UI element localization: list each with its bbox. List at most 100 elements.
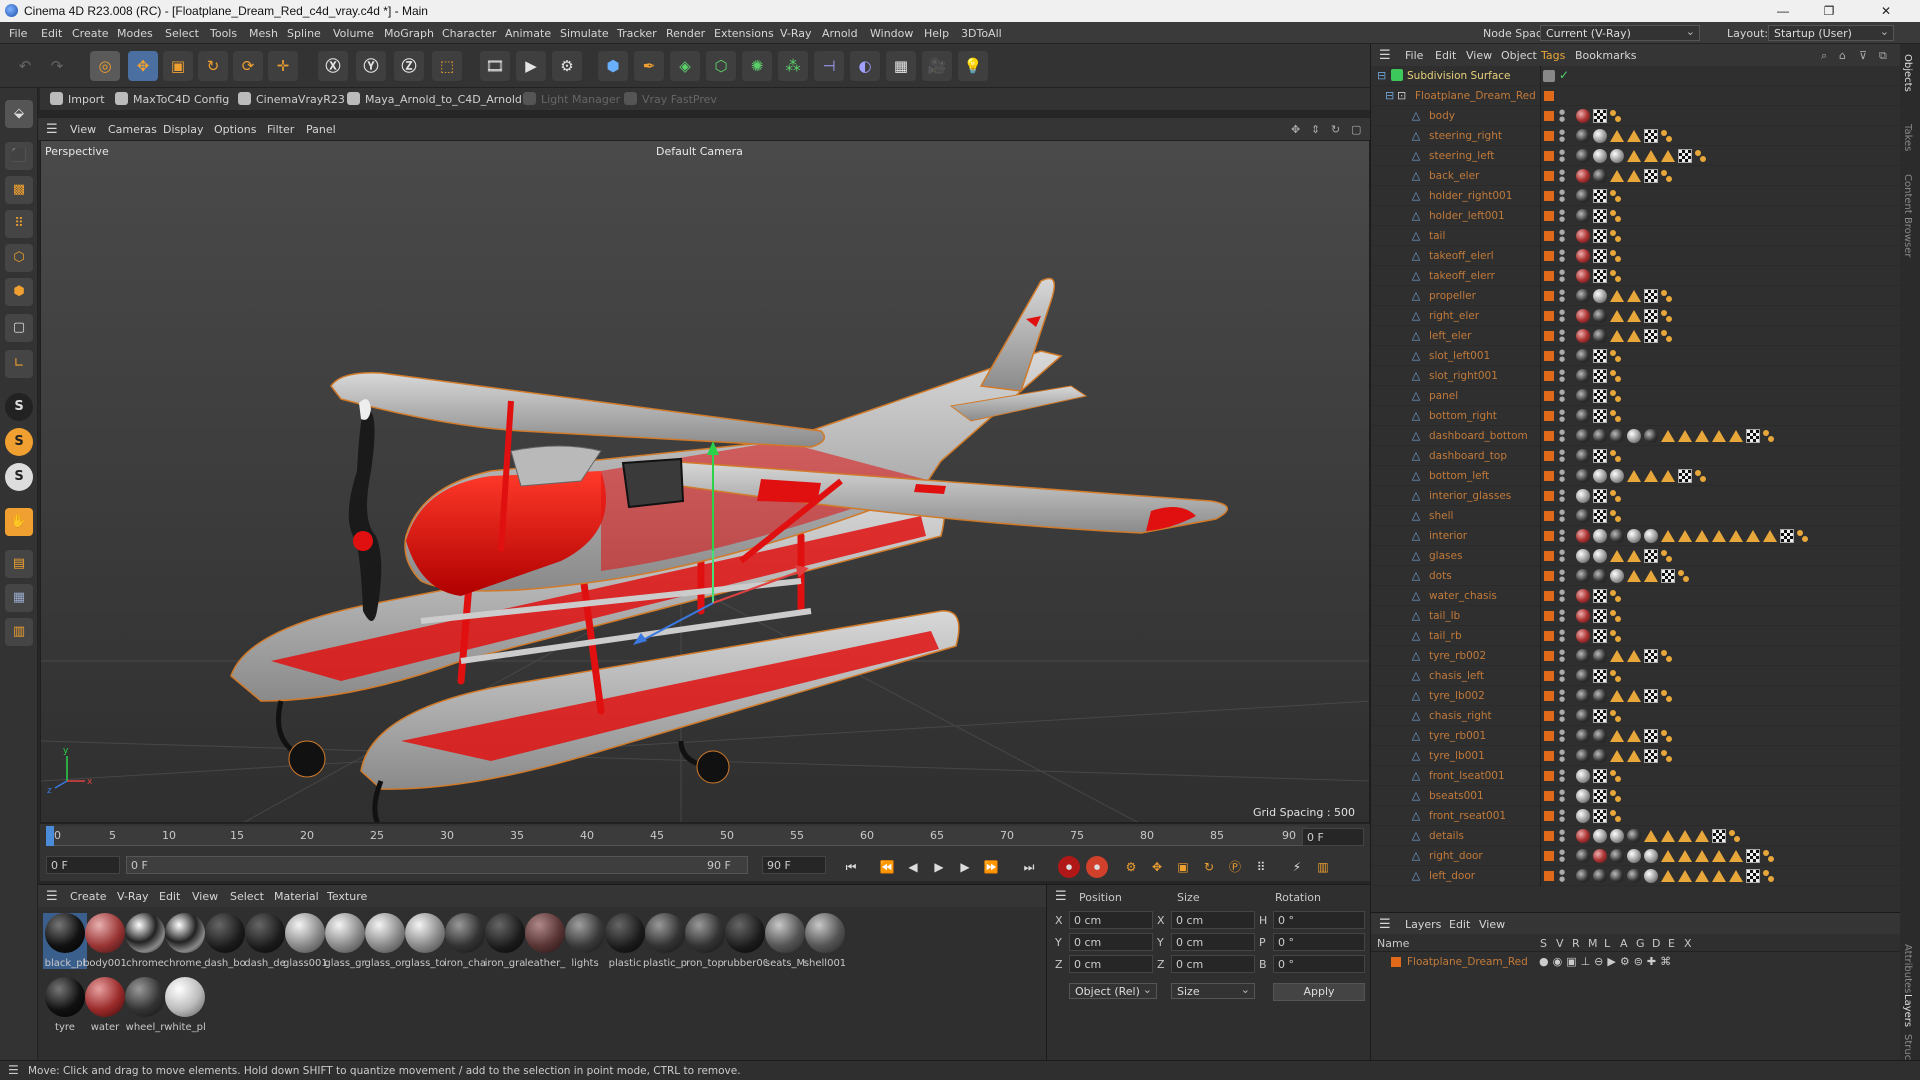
layer-color-swatch[interactable]: [1544, 691, 1554, 701]
material-tag-icon[interactable]: [1576, 629, 1590, 643]
layer-color-swatch[interactable]: [1544, 791, 1554, 801]
material-tag-icon[interactable]: [1576, 289, 1590, 303]
object-name[interactable]: dots: [1429, 570, 1452, 582]
coordinate-mode-dropdown[interactable]: Object (Rel): [1069, 983, 1157, 999]
object-row[interactable]: △ dots ● ●: [1371, 566, 1901, 586]
texture-tag-icon[interactable]: [1644, 749, 1658, 763]
phong-tag-icon[interactable]: [1610, 669, 1622, 683]
layer-color-swatch[interactable]: [1544, 331, 1554, 341]
keyframe-selection-icon[interactable]: ⚙: [1120, 856, 1142, 878]
texture-tag-icon[interactable]: [1593, 189, 1607, 203]
visibility-dots-icon[interactable]: ● ●: [1559, 409, 1565, 423]
visibility-dots-icon[interactable]: ● ●: [1559, 429, 1565, 443]
menu-render[interactable]: Render: [666, 27, 705, 40]
material-tag-icon[interactable]: [1644, 869, 1658, 883]
object-row[interactable]: △ tyre_rb002 ● ●: [1371, 646, 1901, 666]
timeline-settings-icon[interactable]: ▥: [1312, 856, 1334, 878]
object-menu-view[interactable]: View: [1466, 49, 1492, 62]
node-space-dropdown[interactable]: Current (V-Ray): [1540, 25, 1700, 41]
menu-edit[interactable]: Edit: [41, 27, 62, 40]
object-row[interactable]: △ bseats001 ● ●: [1371, 786, 1901, 806]
texture-tag-icon[interactable]: [1593, 369, 1607, 383]
play-icon[interactable]: ▶: [928, 856, 950, 878]
material-tag-icon[interactable]: [1576, 789, 1590, 803]
material-tag-icon[interactable]: [1576, 509, 1590, 523]
object-name[interactable]: bottom_left: [1429, 470, 1489, 482]
collapse-icon[interactable]: ⊟: [1385, 89, 1394, 102]
object-name[interactable]: right_door: [1429, 850, 1483, 862]
visibility-dots-icon[interactable]: ● ●: [1559, 689, 1565, 703]
viewport[interactable]: y x z Perspective Default Camera Grid Sp…: [40, 140, 1370, 823]
material-tag-icon[interactable]: [1593, 169, 1607, 183]
floor-icon[interactable]: ▦: [886, 51, 916, 81]
uvw-tag-icon[interactable]: [1729, 530, 1743, 542]
material-tag-icon[interactable]: [1593, 869, 1607, 883]
material-swatch[interactable]: glass_or: [363, 913, 407, 969]
object-name[interactable]: tyre_lb001: [1429, 750, 1485, 762]
menu-extensions[interactable]: Extensions: [714, 27, 774, 40]
timeline-playhead[interactable]: [46, 826, 54, 846]
menu-create[interactable]: Create: [72, 27, 109, 40]
object-row[interactable]: △ holder_right001 ● ●: [1371, 186, 1901, 206]
make-editable-icon[interactable]: ⬙: [5, 100, 33, 128]
uvw-tag-icon[interactable]: [1627, 130, 1641, 142]
rotation-b-field[interactable]: 0 °: [1273, 955, 1365, 973]
previous-key-icon[interactable]: ⏪: [876, 856, 898, 878]
menu-window[interactable]: Window: [870, 27, 913, 40]
texture-tag-icon[interactable]: [1644, 129, 1658, 143]
material-tag-icon[interactable]: [1576, 309, 1590, 323]
texture-mode-icon[interactable]: ▩: [5, 176, 33, 204]
texture-tag-icon[interactable]: [1678, 149, 1692, 163]
object-row[interactable]: △ glases ● ●: [1371, 546, 1901, 566]
object-row[interactable]: △ steering_left ● ●: [1371, 146, 1901, 166]
visibility-dots-icon[interactable]: ● ●: [1559, 589, 1565, 603]
object-name[interactable]: tail_rb: [1429, 630, 1462, 642]
material-tag-icon[interactable]: [1576, 529, 1590, 543]
uvw-tag-icon[interactable]: [1678, 830, 1692, 842]
menu-select[interactable]: Select: [165, 27, 199, 40]
record-icon[interactable]: ⏺: [1058, 856, 1080, 878]
position-key-icon[interactable]: ✥: [1146, 856, 1168, 878]
visibility-dots-icon[interactable]: ● ●: [1559, 149, 1565, 163]
texture-tag-icon[interactable]: [1593, 449, 1607, 463]
cube-object-icon[interactable]: ⬢: [598, 51, 628, 81]
texture-tag-icon[interactable]: [1780, 529, 1794, 543]
material-tag-icon[interactable]: [1576, 169, 1590, 183]
material-tag-icon[interactable]: [1576, 249, 1590, 263]
object-name[interactable]: dashboard_bottom: [1429, 430, 1528, 442]
texture-tag-icon[interactable]: [1593, 489, 1607, 503]
visibility-dots-icon[interactable]: ● ●: [1559, 169, 1565, 183]
plugin-light-manager[interactable]: Light Manager: [523, 92, 620, 106]
material-tag-icon[interactable]: [1576, 709, 1590, 723]
phong-tag-icon[interactable]: [1610, 349, 1622, 363]
material-tag-icon[interactable]: [1593, 289, 1607, 303]
layer-color-swatch[interactable]: [1544, 631, 1554, 641]
layer-color-swatch[interactable]: [1544, 271, 1554, 281]
planar-workplane-icon[interactable]: ▦: [5, 584, 33, 612]
material-hamburger-icon[interactable]: ☰: [46, 889, 58, 904]
visibility-dots-icon[interactable]: ● ●: [1559, 309, 1565, 323]
texture-tag-icon[interactable]: [1644, 729, 1658, 743]
layer-color-swatch[interactable]: [1544, 811, 1554, 821]
uvw-tag-icon[interactable]: [1661, 870, 1675, 882]
layer-color-swatch[interactable]: [1544, 711, 1554, 721]
uvw-tag-icon[interactable]: [1661, 830, 1675, 842]
layer-color-swatch[interactable]: [1544, 351, 1554, 361]
phong-tag-icon[interactable]: [1695, 149, 1707, 163]
uvw-tag-icon[interactable]: [1627, 290, 1641, 302]
layout-dropdown[interactable]: Startup (User): [1768, 25, 1894, 41]
material-swatch[interactable]: leather_: [523, 913, 567, 969]
scale-tool-icon[interactable]: ▣: [163, 51, 193, 81]
object-menu-edit[interactable]: Edit: [1435, 49, 1456, 62]
menu-animate[interactable]: Animate: [505, 27, 551, 40]
undo-icon[interactable]: ↶: [10, 51, 40, 81]
menu-file[interactable]: File: [9, 27, 27, 40]
pen-spline-icon[interactable]: ✒: [634, 51, 664, 81]
layer-color-swatch[interactable]: [1544, 231, 1554, 241]
viewport-menu-options[interactable]: Options: [214, 123, 256, 136]
object-new-window-icon[interactable]: ⧉: [1879, 49, 1887, 63]
deformer-icon[interactable]: ⊣: [814, 51, 844, 81]
viewport-move-icon[interactable]: ✥: [1291, 123, 1300, 136]
material-menu-texture[interactable]: Texture: [327, 890, 367, 903]
layer-toggle-icons[interactable]: ●◉▣⊥⊖▶⚙⊜✚⌘: [1539, 955, 1675, 968]
